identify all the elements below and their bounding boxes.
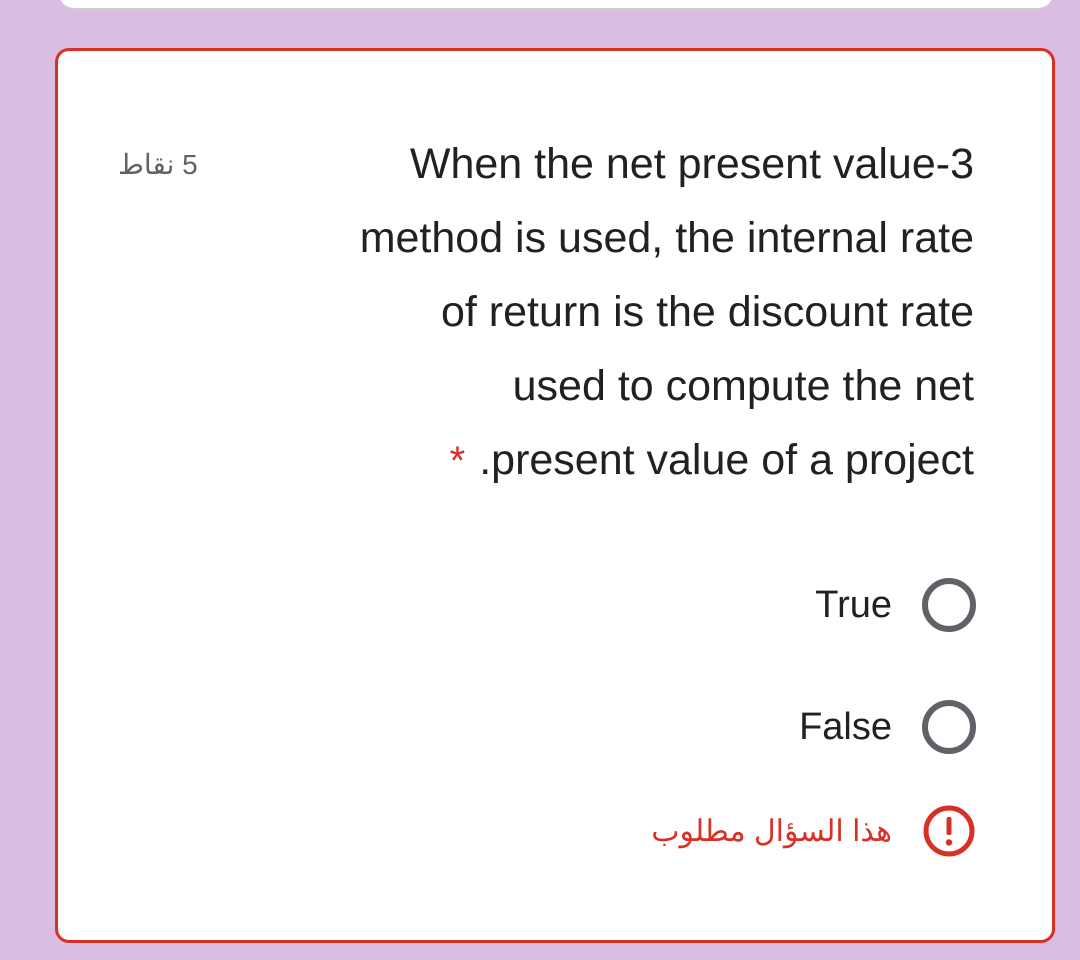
question-line: method is used, the internal rate (359, 214, 974, 262)
question-text: When the net present value-3 method is u… (214, 127, 974, 498)
previous-question-card (58, 0, 1054, 9)
option-false-label: False (799, 705, 892, 748)
required-error-message: هذا السؤال مطلوب (651, 814, 892, 848)
question-line: When the net present value-3 (409, 140, 974, 188)
question-line: used to compute the net (512, 362, 974, 410)
question-line-last: * .present value of a project (214, 423, 974, 498)
option-true-radio[interactable] (922, 578, 976, 632)
required-asterisk: * (449, 439, 466, 483)
option-true-label: True (815, 583, 892, 626)
option-false-radio[interactable] (922, 700, 976, 754)
option-true[interactable]: True (815, 578, 976, 632)
option-false[interactable]: False (799, 700, 976, 754)
points-label: 5 نقاط (118, 149, 198, 180)
question-line: of return is the discount rate (440, 288, 974, 336)
alert-circle-icon (923, 805, 975, 857)
question-line-text: .present value of a project (479, 436, 974, 484)
required-error: هذا السؤال مطلوب (651, 804, 976, 858)
